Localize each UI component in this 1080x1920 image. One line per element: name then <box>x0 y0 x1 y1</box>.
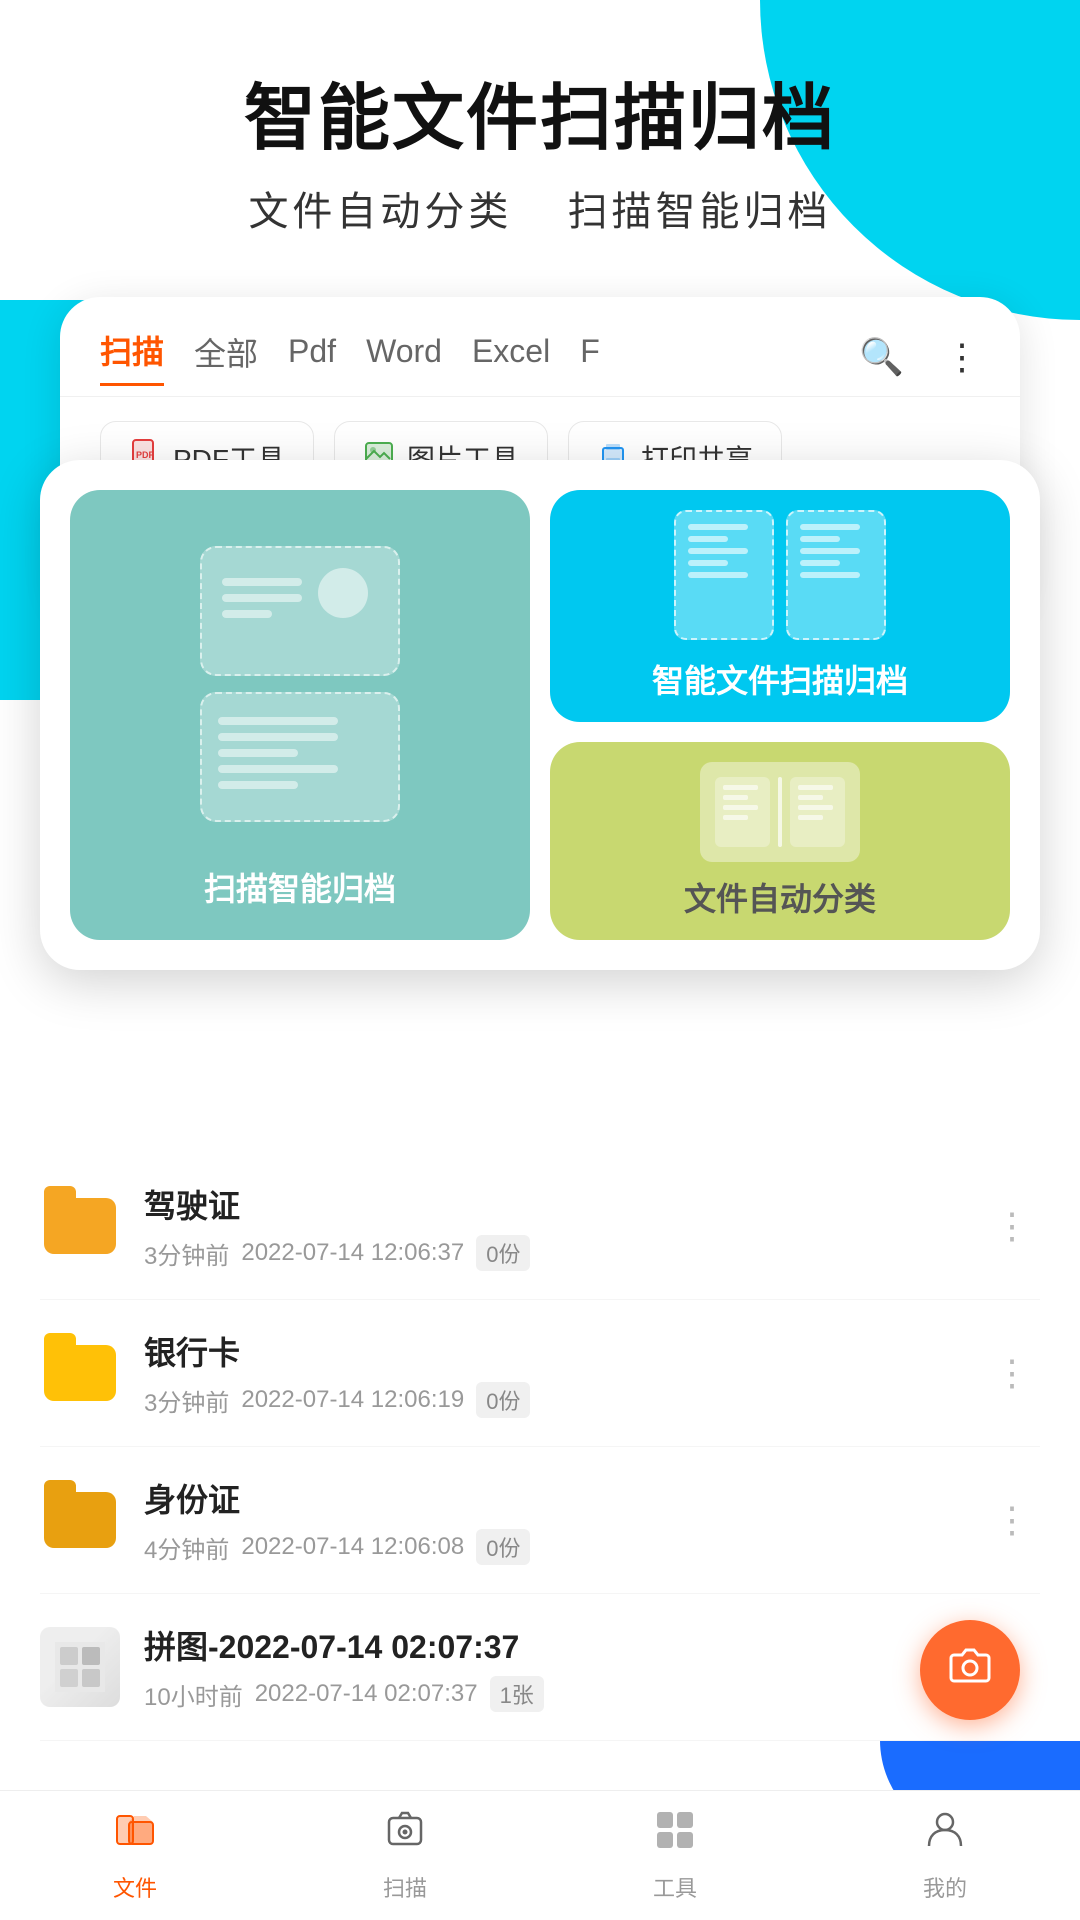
book-spine <box>778 777 782 847</box>
item-count-shenfenzheng: 0份 <box>476 1529 530 1565</box>
item-time-yinhangka: 3分钟前 <box>144 1383 229 1418</box>
item-meta-jiashizheng: 3分钟前 2022-07-14 12:06:37 0份 <box>144 1235 960 1271</box>
bottom-nav: 文件 扫描 工具 <box>0 1790 1080 1920</box>
sub-title-left: 文件自动分类 <box>248 190 512 234</box>
list-item-yinhangka: 银行卡 3分钟前 2022-07-14 12:06:19 0份 ⋮ <box>40 1300 1040 1447</box>
list-section: 驾驶证 3分钟前 2022-07-14 12:06:37 0份 ⋮ 银行卡 3分… <box>0 1153 1080 1741</box>
list-item-content-yinhangka[interactable]: 银行卡 3分钟前 2022-07-14 12:06:19 0份 <box>144 1328 960 1418</box>
item-time-jiashizheng: 3分钟前 <box>144 1236 229 1271</box>
tab-bar: 扫描 全部 Pdf Word Excel F 🔍 ⋮ <box>60 297 1020 397</box>
item-time-shenfenzheng: 4分钟前 <box>144 1530 229 1565</box>
tab-f[interactable]: F <box>580 333 600 380</box>
nav-item-scan[interactable]: 扫描 <box>270 1808 540 1903</box>
list-item-content-shenfenzheng[interactable]: 身份证 4分钟前 2022-07-14 12:06:08 0份 <box>144 1475 960 1565</box>
folder-shape-open <box>44 1492 116 1548</box>
list-item-shenfenzheng: 身份证 4分钟前 2022-07-14 12:06:08 0份 ⋮ <box>40 1447 1040 1594</box>
book-page-right <box>790 777 845 847</box>
item-name-yinhangka: 银行卡 <box>144 1328 960 1374</box>
tab-pdf[interactable]: Pdf <box>288 333 336 380</box>
item-date-pintu: 2022-07-14 02:07:37 <box>255 1680 478 1708</box>
scan-nav-icon <box>383 1808 427 1863</box>
auto-classify-card[interactable]: 文件自动分类 <box>550 742 1010 940</box>
item-name-jiashizheng: 驾驶证 <box>144 1181 960 1227</box>
tab-word[interactable]: Word <box>366 333 442 380</box>
svg-text:PDF: PDF <box>136 450 155 460</box>
mine-nav-label: 我的 <box>923 1871 967 1903</box>
folder-icon-shenfenzheng <box>40 1480 120 1560</box>
right-column: 智能文件扫描归档 文件自动分类 <box>550 490 1010 940</box>
folder-icon-yinhangka <box>40 1333 120 1413</box>
doc1 <box>674 510 774 640</box>
search-icon[interactable]: 🔍 <box>859 336 904 378</box>
tools-nav-icon <box>653 1808 697 1863</box>
sub-title-right: 扫描智能归档 <box>568 190 832 234</box>
tab-scan[interactable]: 扫描 <box>100 327 164 386</box>
camera-fab-icon <box>946 1641 994 1700</box>
id-card-illustration <box>200 546 400 676</box>
auto-classify-label: 文件自动分类 <box>684 874 876 920</box>
item-time-pintu: 10小时前 <box>144 1677 243 1712</box>
thumbnail-pintu <box>40 1627 120 1707</box>
thumb-image <box>40 1627 120 1707</box>
person-icon <box>318 568 368 618</box>
more-menu-yinhangka[interactable]: ⋮ <box>984 1342 1040 1404</box>
id-card-lines <box>222 578 302 618</box>
feature-popup: 扫描智能归档 智能文件扫描归 <box>40 460 1040 970</box>
item-count-pintu: 1张 <box>490 1676 544 1712</box>
main-title: 智能文件扫描归档 <box>60 80 1020 159</box>
item-meta-shenfenzheng: 4分钟前 2022-07-14 12:06:08 0份 <box>144 1529 960 1565</box>
more-menu-jiashizheng[interactable]: ⋮ <box>984 1195 1040 1257</box>
tools-nav-label: 工具 <box>653 1871 697 1903</box>
camera-fab-button[interactable] <box>920 1620 1020 1720</box>
folder-shape <box>44 1198 116 1254</box>
files-nav-icon <box>113 1808 157 1863</box>
folder-shape-light <box>44 1345 116 1401</box>
two-docs-illustration <box>674 510 886 640</box>
list-item-pintu: 拼图-2022-07-14 02:07:37 10小时前 2022-07-14 … <box>40 1594 1040 1741</box>
doc-illustration <box>200 692 400 822</box>
item-meta-yinhangka: 3分钟前 2022-07-14 12:06:19 0份 <box>144 1382 960 1418</box>
item-count-yinhangka: 0份 <box>476 1382 530 1418</box>
item-date-yinhangka: 2022-07-14 12:06:19 <box>241 1386 464 1414</box>
nav-item-mine[interactable]: 我的 <box>810 1808 1080 1903</box>
sub-title: 文件自动分类 扫描智能归档 <box>60 179 1020 237</box>
tab-all[interactable]: 全部 <box>194 329 258 385</box>
header-section: 智能文件扫描归档 文件自动分类 扫描智能归档 <box>0 0 1080 277</box>
item-date-jiashizheng: 2022-07-14 12:06:37 <box>241 1239 464 1267</box>
smart-scan-card[interactable]: 智能文件扫描归档 <box>550 490 1010 722</box>
scan-archive-card[interactable]: 扫描智能归档 <box>70 490 530 940</box>
files-nav-label: 文件 <box>113 1871 157 1903</box>
mine-nav-icon <box>923 1808 967 1863</box>
scan-archive-label: 扫描智能归档 <box>204 864 396 910</box>
nav-item-files[interactable]: 文件 <box>0 1808 270 1903</box>
item-count-jiashizheng: 0份 <box>476 1235 530 1271</box>
list-item-content-jiashizheng[interactable]: 驾驶证 3分钟前 2022-07-14 12:06:37 0份 <box>144 1181 960 1271</box>
list-item-content-pintu[interactable]: 拼图-2022-07-14 02:07:37 10小时前 2022-07-14 … <box>144 1622 960 1712</box>
book-illustration <box>700 762 860 862</box>
folder-icon-jiashizheng <box>40 1186 120 1266</box>
smart-scan-label: 智能文件扫描归档 <box>652 656 908 702</box>
item-meta-pintu: 10小时前 2022-07-14 02:07:37 1张 <box>144 1676 960 1712</box>
item-date-shenfenzheng: 2022-07-14 12:06:08 <box>241 1533 464 1561</box>
item-name-pintu: 拼图-2022-07-14 02:07:37 <box>144 1622 960 1668</box>
more-menu-shenfenzheng[interactable]: ⋮ <box>984 1489 1040 1551</box>
nav-item-tools[interactable]: 工具 <box>540 1808 810 1903</box>
item-name-shenfenzheng: 身份证 <box>144 1475 960 1521</box>
book-page-left <box>715 777 770 847</box>
list-item: 驾驶证 3分钟前 2022-07-14 12:06:37 0份 ⋮ <box>40 1153 1040 1300</box>
doc2 <box>786 510 886 640</box>
scan-nav-label: 扫描 <box>383 1871 427 1903</box>
tab-excel[interactable]: Excel <box>472 333 550 380</box>
more-options-icon[interactable]: ⋮ <box>944 336 980 378</box>
